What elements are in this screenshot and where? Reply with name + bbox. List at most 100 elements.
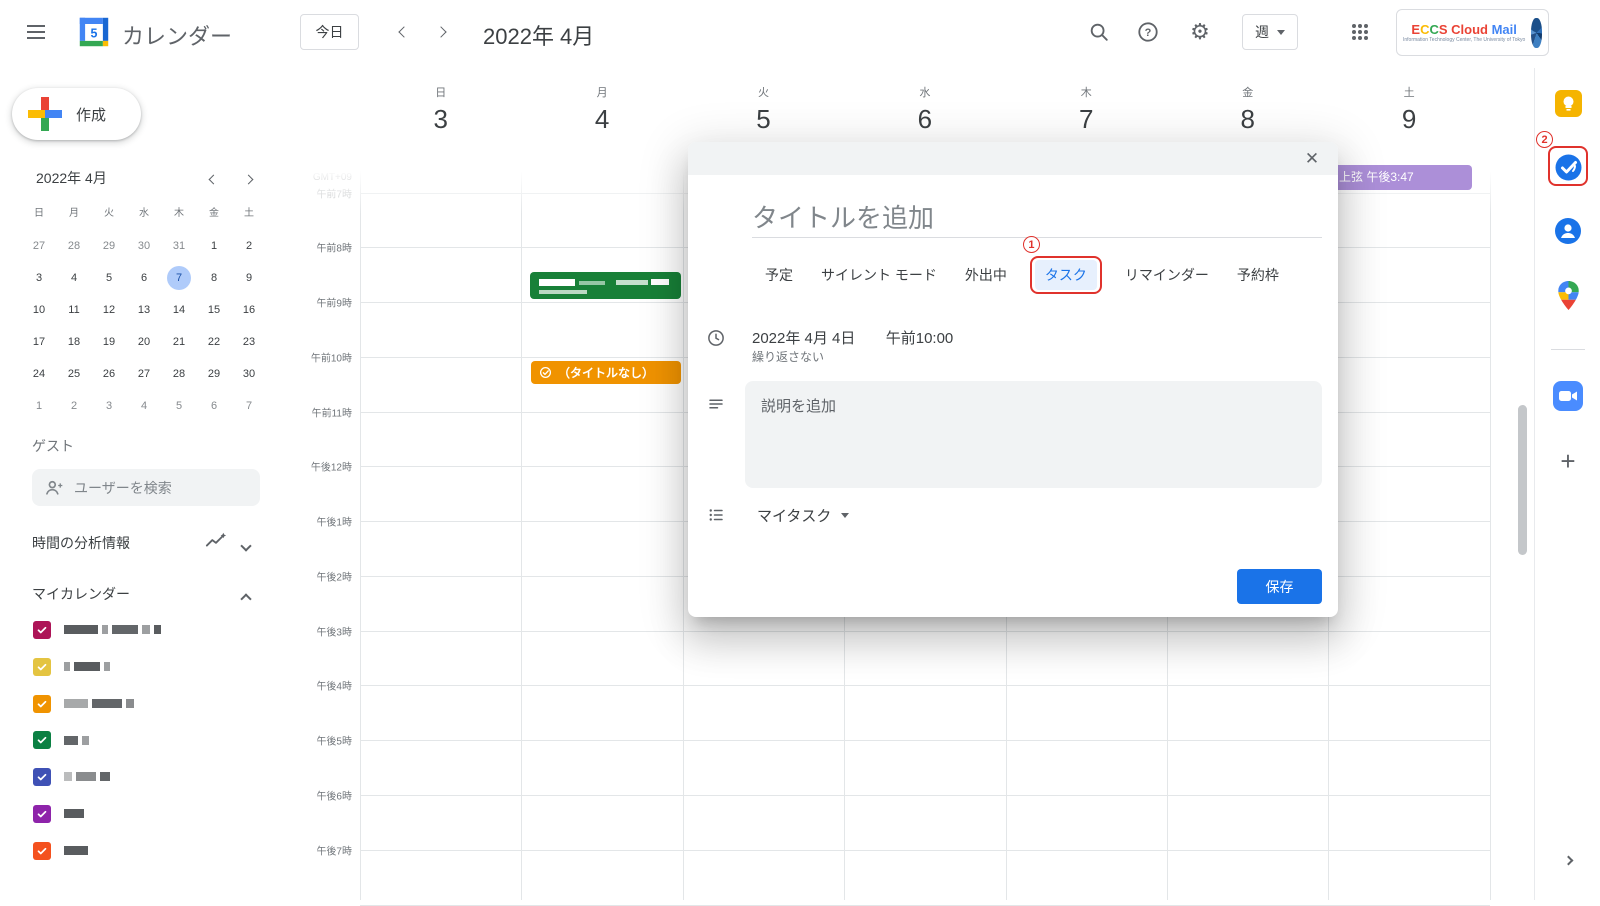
mini-calendar-day[interactable]: 23 [237,330,261,354]
day-column-header[interactable]: 水6 [844,84,1005,135]
settings-gear-icon[interactable]: ⚙ [1180,12,1220,52]
create-button[interactable]: 作成 [12,88,141,140]
mini-calendar-day[interactable]: 8 [202,266,226,290]
calendar-list-item[interactable] [33,730,93,750]
mini-calendar-day[interactable]: 4 [62,266,86,290]
maps-icon[interactable] [1553,281,1583,311]
mini-calendar-day[interactable]: 12 [97,298,121,322]
mini-calendar-day[interactable]: 30 [237,362,261,386]
calendar-checkbox[interactable] [33,658,51,676]
tab-予約枠[interactable]: 予約枠 [1237,265,1279,285]
calendar-checkbox[interactable] [33,621,51,639]
mini-calendar-day[interactable]: 14 [167,298,191,322]
mini-calendar-day[interactable]: 17 [27,330,51,354]
calendar-list-item[interactable] [33,694,138,714]
mini-calendar-day[interactable]: 1 [27,394,51,418]
mini-calendar-day[interactable]: 31 [167,234,191,258]
mini-calendar-day[interactable]: 13 [132,298,156,322]
event-moon-phase[interactable]: 上弦 午後3:47 [1331,165,1472,190]
close-icon[interactable]: ✕ [1300,147,1324,171]
mini-calendar-day[interactable]: 16 [237,298,261,322]
today-button[interactable]: 今日 [300,14,359,50]
mini-calendar-day[interactable]: 26 [97,362,121,386]
event-title-input-placeholder[interactable]: タイトルを追加 [752,198,1322,235]
mini-calendar-prev-icon[interactable] [210,170,217,188]
mini-calendar-day[interactable]: 2 [62,394,86,418]
dialog-drag-strip[interactable] [688,142,1338,175]
mini-calendar-day[interactable]: 7 [237,394,261,418]
day-column-header[interactable]: 土9 [1328,84,1489,135]
mini-calendar-day[interactable]: 6 [202,394,226,418]
calendar-checkbox[interactable] [33,695,51,713]
description-input[interactable]: 説明を追加 [745,381,1322,488]
mini-calendar-day[interactable]: 27 [132,362,156,386]
zoom-icon[interactable] [1553,381,1583,411]
calendar-list-item[interactable] [33,620,165,640]
view-selector-dropdown[interactable]: 週 [1242,14,1298,50]
add-addon-button[interactable]: + [1553,446,1583,476]
mini-calendar-day[interactable]: 27 [27,234,51,258]
event-redacted-green[interactable] [530,272,681,299]
search-icon[interactable] [1079,12,1119,52]
mini-calendar-day[interactable]: 15 [202,298,226,322]
mini-calendar-day[interactable]: 6 [132,266,156,290]
tab-サイレント モード[interactable]: サイレント モード [821,265,937,285]
help-icon[interactable]: ? [1128,12,1168,52]
next-period-icon[interactable] [421,12,461,52]
mini-calendar-day[interactable]: 25 [62,362,86,386]
calendar-checkbox[interactable] [33,805,51,823]
hide-panel-chevron-icon[interactable] [1553,845,1583,875]
calendar-list-item[interactable] [33,841,92,861]
mini-calendar-day[interactable]: 29 [202,362,226,386]
insights-expand-icon[interactable] [242,537,250,555]
mini-calendar-day[interactable]: 5 [167,394,191,418]
mini-calendar-next-icon[interactable] [245,170,252,188]
my-calendars-collapse-icon[interactable] [242,590,250,608]
calendar-checkbox[interactable] [33,768,51,786]
mini-calendar-day[interactable]: 29 [97,234,121,258]
calendar-list-item[interactable] [33,657,114,677]
mini-calendar-day[interactable]: 2 [237,234,261,258]
mini-calendar-day[interactable]: 21 [167,330,191,354]
mini-calendar-day[interactable]: 3 [97,394,121,418]
day-column-header[interactable]: 日3 [360,84,521,135]
calendar-list-item[interactable] [33,767,114,787]
mini-calendar-day[interactable]: 19 [97,330,121,354]
day-column-header[interactable]: 木7 [1006,84,1167,135]
calendar-checkbox[interactable] [33,842,51,860]
mini-calendar-day-selected[interactable]: 7 [167,266,191,290]
day-column-header[interactable]: 金8 [1167,84,1328,135]
tab-予定[interactable]: 予定 [765,265,793,285]
prev-period-icon[interactable] [384,12,424,52]
mini-calendar-day[interactable]: 18 [62,330,86,354]
mini-calendar-day[interactable]: 1 [202,234,226,258]
task-chip-untitled[interactable]: （タイトルなし） [531,361,681,384]
calendar-checkbox[interactable] [33,731,51,749]
mini-calendar-day[interactable]: 10 [27,298,51,322]
mini-calendar-day[interactable]: 24 [27,362,51,386]
mini-calendar-day[interactable]: 11 [62,298,86,322]
mini-calendar-day[interactable]: 5 [97,266,121,290]
grid-scrollbar-thumb[interactable] [1518,405,1527,555]
avatar[interactable] [1531,18,1542,48]
task-list-dropdown[interactable]: マイタスク [757,505,849,526]
hamburger-menu-icon[interactable] [16,12,56,52]
day-column-header[interactable]: 月4 [521,84,682,135]
account-badge[interactable]: ECCS Cloud Mail Information Technology C… [1396,9,1549,56]
mini-calendar-day[interactable]: 4 [132,394,156,418]
mini-calendar-day[interactable]: 3 [27,266,51,290]
google-apps-grid-icon[interactable] [1340,12,1380,52]
day-column-header[interactable]: 火5 [683,84,844,135]
calendar-list-item[interactable] [33,804,88,824]
repeat-rule[interactable]: 繰り返さない [752,348,824,365]
mini-calendar-day[interactable]: 9 [237,266,261,290]
mini-calendar-day[interactable]: 28 [167,362,191,386]
contacts-icon[interactable] [1553,216,1583,246]
mini-calendar-day[interactable]: 20 [132,330,156,354]
mini-calendar-day[interactable]: 28 [62,234,86,258]
tab-リマインダー[interactable]: リマインダー [1125,265,1209,285]
save-button[interactable]: 保存 [1237,569,1322,604]
datetime-row[interactable]: 2022年 4月 4日 午前10:00 [752,327,953,348]
mini-calendar-day[interactable]: 22 [202,330,226,354]
mini-calendar-day[interactable]: 30 [132,234,156,258]
